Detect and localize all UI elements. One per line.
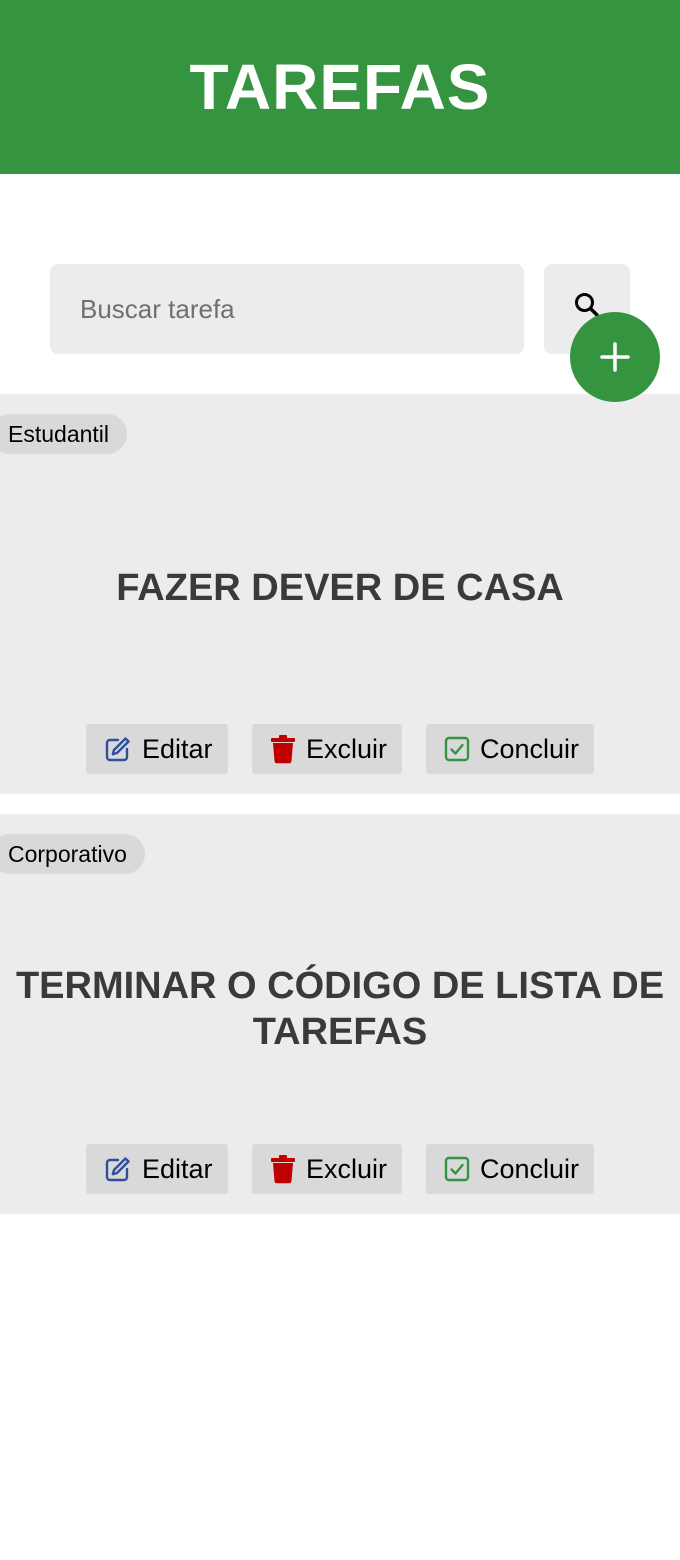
add-task-button[interactable]: [570, 312, 660, 402]
delete-button[interactable]: Excluir: [252, 724, 402, 774]
delete-label: Excluir: [306, 1153, 388, 1184]
task-card: Estudantil FAZER DEVER DE CASA Editar Ex…: [0, 394, 680, 794]
page-title: TAREFAS: [189, 51, 491, 123]
check-square-icon: [444, 736, 470, 762]
edit-icon: [104, 735, 132, 763]
delete-label: Excluir: [306, 733, 388, 764]
edit-icon: [104, 1155, 132, 1183]
plus-icon: [600, 342, 630, 372]
category-badge: Estudantil: [0, 414, 128, 454]
complete-button[interactable]: Concluir: [426, 1144, 594, 1194]
complete-label: Concluir: [480, 1153, 580, 1184]
edit-label: Editar: [142, 733, 213, 764]
task-actions: Editar Excluir Concluir: [0, 1144, 680, 1194]
trash-icon: [270, 734, 296, 764]
edit-button[interactable]: Editar: [86, 1144, 228, 1194]
complete-button[interactable]: Concluir: [426, 724, 594, 774]
edit-label: Editar: [142, 1153, 213, 1184]
check-square-icon: [444, 1156, 470, 1182]
edit-button[interactable]: Editar: [86, 724, 228, 774]
complete-label: Concluir: [480, 733, 580, 764]
task-title: TERMINAR O CÓDIGO DE LISTA DE TAREFAS: [15, 965, 665, 1053]
search-icon: [574, 292, 600, 318]
category-badge: Corporativo: [0, 834, 145, 874]
trash-icon: [270, 1154, 296, 1184]
delete-button[interactable]: Excluir: [252, 1144, 402, 1194]
task-card: Corporativo TERMINAR O CÓDIGO DE LISTA D…: [0, 814, 680, 1214]
task-title: FAZER DEVER DE CASA: [116, 567, 564, 609]
task-actions: Editar Excluir Concluir: [0, 724, 680, 774]
app-header: TAREFAS: [0, 0, 680, 174]
search-input[interactable]: [50, 264, 524, 354]
